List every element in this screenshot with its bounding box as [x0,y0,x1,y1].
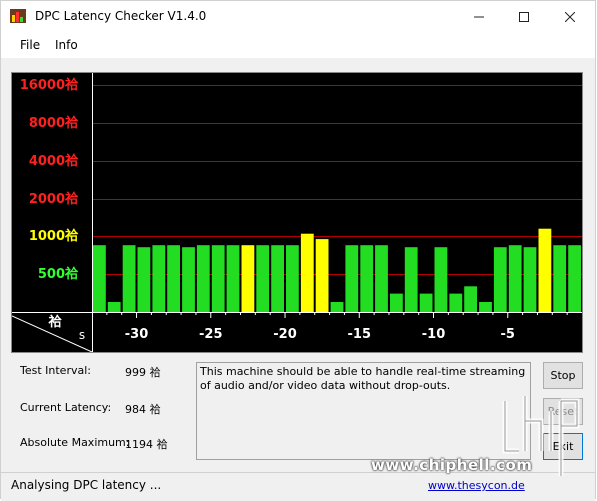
absolute-maximum-value: 1194 祫 [125,438,168,451]
latency-bar [286,245,299,312]
menu-info[interactable]: Info [55,38,78,52]
latency-bar [182,247,195,312]
latency-bar [315,239,329,312]
latency-bar [404,247,418,312]
maximize-button[interactable] [501,1,547,32]
latency-bar [93,245,106,312]
maximize-icon [519,11,529,22]
x-tick-label: -30 [125,327,149,342]
minimize-button[interactable] [456,1,502,32]
chiphell-watermark: www.chiphell.com [371,456,533,474]
test-interval-label: Test Interval: [20,364,91,377]
menu-file[interactable]: File [20,38,40,52]
latency-bar [479,302,492,312]
current-latency-value: 984 祫 [125,403,161,416]
menu-bar: File Info [1,32,595,58]
latency-bar [375,245,388,312]
x-tick-label: -20 [273,327,297,342]
x-tick-label: -25 [199,327,223,342]
latency-bar [449,293,463,312]
latency-bar [464,286,477,312]
app-icon [10,9,26,23]
x-tick-label: -15 [348,327,372,342]
x-tick-label: -10 [422,327,446,342]
latency-bar [196,245,210,312]
x-tick-label: -5 [501,327,515,342]
y-axis-label: 4000祫 [29,153,79,169]
latency-bar [419,293,433,312]
y-axis-label: 1000祫 [29,228,79,244]
y-axis-label: 16000祫 [20,77,79,93]
close-icon [565,11,575,22]
test-interval-value: 999 祫 [125,366,161,379]
latency-bar [107,302,121,312]
window-title: DPC Latency Checker V1.4.0 [35,9,207,23]
latency-bar [300,233,314,312]
x-unit-label: s [79,328,85,342]
latency-bar [271,245,284,312]
latency-bar [256,245,270,312]
y-unit-label: 祫 [47,314,62,330]
latency-bar [167,245,180,312]
latency-bar [508,245,522,312]
latency-bar [360,245,374,312]
latency-chart-svg: 16000祫 8000祫 4000祫 2000祫 1000祫 500祫祫 s -30 -25 -2… [12,73,582,352]
y-axis-label: 500祫 [38,266,79,282]
latency-bar [390,293,403,312]
latency-bar [241,245,255,312]
latency-bar [137,247,151,312]
latency-bar [553,245,567,312]
latency-bar [493,247,507,312]
latency-bar [122,245,136,312]
latency-bar [568,245,581,312]
latency-bar [538,228,552,312]
latency-bar [211,245,225,312]
latency-bar [434,247,448,312]
close-button[interactable] [547,1,593,32]
y-axis-label: 2000祫 [29,191,79,207]
title-bar: DPC Latency Checker V1.4.0 [1,1,595,32]
latency-bar [330,302,344,312]
minimize-icon [474,16,484,17]
current-latency-label: Current Latency: [20,401,112,414]
latency-bar [523,247,537,312]
absolute-maximum-label: Absolute Maximum: [20,436,130,449]
latency-bar [152,245,166,312]
latency-bar [226,245,240,312]
status-text: Analysing DPC latency ... [11,478,162,492]
status-message-box: This machine should be able to handle re… [196,362,531,460]
latency-bar [345,245,359,312]
app-window: DPC Latency Checker V1.4.0 File Info 160… [0,0,596,501]
latency-graph: 16000祫 8000祫 4000祫 2000祫 1000祫 500祫祫 s -30 -25 -2… [11,72,583,353]
y-axis-label: 8000祫 [29,115,79,131]
